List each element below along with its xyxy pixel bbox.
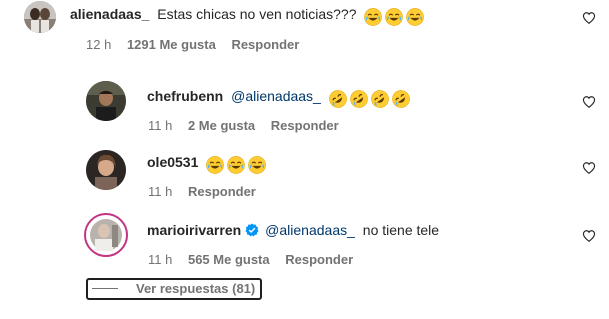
comment-text: no tiene tele <box>362 222 440 238</box>
comment-time: 11 h <box>148 118 173 133</box>
comment-username[interactable]: chefrubenn <box>147 88 223 104</box>
face-with-tears-of-joy-icon <box>406 8 424 26</box>
comment-likes[interactable]: 1291 Me gusta <box>127 37 216 52</box>
heart-icon[interactable] <box>582 229 596 243</box>
comment-text-line: marioirivarren @alienadaas_ no tiene tele <box>147 221 439 239</box>
heart-icon[interactable] <box>582 11 596 25</box>
avatar-chefrubenn[interactable] <box>86 81 126 121</box>
comment-username[interactable]: ole0531 <box>147 154 198 170</box>
rolling-on-floor-laughing-icon <box>329 90 347 108</box>
rolling-on-floor-laughing-icon <box>350 90 368 108</box>
reply-button[interactable]: Responder <box>271 118 339 133</box>
comment-meta: 11 h 565 Me gusta Responder <box>148 252 365 268</box>
reply-button[interactable]: Responder <box>188 184 256 199</box>
view-replies-label: Ver respuestas (81) <box>136 281 256 296</box>
face-with-tears-of-joy-icon <box>248 156 266 174</box>
reply-button[interactable]: Responder <box>285 252 353 267</box>
view-replies-button[interactable]: Ver respuestas (81) <box>86 278 262 300</box>
comment-username[interactable]: marioirivarren <box>147 222 241 238</box>
emoji-group <box>364 8 427 26</box>
comment-meta: 11 h Responder <box>148 184 268 200</box>
reply-button[interactable]: Responder <box>231 37 299 52</box>
comment-text-line: chefrubenn @alienadaas_ <box>147 87 413 108</box>
face-with-tears-of-joy-icon <box>227 156 245 174</box>
comment-time: 11 h <box>148 252 173 267</box>
comment-text-line: alienadaas_ Estas chicas no ven noticias… <box>70 5 427 26</box>
replies-divider-line <box>92 288 118 289</box>
face-with-tears-of-joy-icon <box>206 156 224 174</box>
comment-time: 12 h <box>86 37 112 52</box>
comments-panel: alienadaas_ Estas chicas no ven noticias… <box>0 0 609 319</box>
emoji-group <box>206 156 269 174</box>
rolling-on-floor-laughing-icon <box>371 90 389 108</box>
comment-meta: 11 h 2 Me gusta Responder <box>148 118 351 134</box>
avatar-alienadaas[interactable] <box>24 1 56 33</box>
heart-icon[interactable] <box>582 95 596 109</box>
comment-meta: 12 h 1291 Me gusta Responder <box>86 37 311 53</box>
avatar-ole0531[interactable] <box>86 150 126 190</box>
face-with-tears-of-joy-icon <box>385 8 403 26</box>
mention-link[interactable]: @alienadaas_ <box>265 222 355 238</box>
mention-link[interactable]: @alienadaas_ <box>231 88 321 104</box>
heart-icon[interactable] <box>582 161 596 175</box>
verified-badge-icon <box>245 223 259 237</box>
rolling-on-floor-laughing-icon <box>392 90 410 108</box>
comment-text: Estas chicas no ven noticias??? <box>157 6 357 22</box>
comment-time: 11 h <box>148 184 173 199</box>
emoji-group <box>329 90 413 108</box>
comment-likes[interactable]: 2 Me gusta <box>188 118 255 133</box>
comment-username[interactable]: alienadaas_ <box>70 6 149 22</box>
comment-text-line: ole0531 <box>147 153 269 174</box>
comment-likes[interactable]: 565 Me gusta <box>188 252 270 267</box>
face-with-tears-of-joy-icon <box>364 8 382 26</box>
avatar-marioirivarren[interactable] <box>84 213 128 257</box>
